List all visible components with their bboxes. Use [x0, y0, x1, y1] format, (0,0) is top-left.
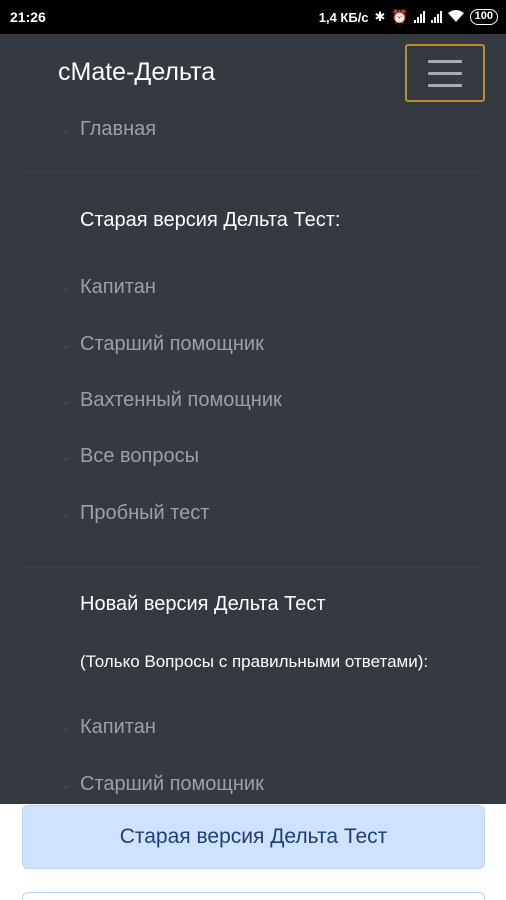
battery-icon: 100	[469, 9, 498, 25]
section-note-new: (Только Вопросы с правильными ответами):	[80, 652, 429, 671]
brand-link[interactable]: cMate-Дельта	[58, 58, 215, 87]
network-speed: 1,4 КБ/с	[318, 9, 369, 25]
nav-link-watch-officer-old[interactable]: Вахтенный помощник	[64, 389, 282, 412]
hamburger-icon	[428, 59, 462, 87]
nav-link-chief-mate-old[interactable]: Старший помощник	[64, 333, 264, 356]
status-bar: 21:26 1,4 КБ/с ✱ ⏰ 100	[0, 0, 506, 34]
nav-link-all-questions-old[interactable]: Все вопросы	[64, 445, 199, 468]
nav-link-trial-test-old[interactable]: Пробный тест	[63, 502, 209, 525]
wifi-icon	[447, 9, 464, 25]
signal-icon	[430, 11, 442, 23]
bluetooth-icon: ✱	[374, 9, 386, 24]
section-title-new: Новай версия Дельта Тест	[80, 593, 326, 615]
divider	[20, 172, 486, 173]
section-title-old: Старая версия Дельта Тест:	[80, 209, 341, 231]
nav-link-captain-new[interactable]: Капитан	[64, 716, 156, 739]
navbar-toggler-button[interactable]	[405, 44, 485, 102]
signal-icon	[413, 11, 425, 23]
nav-link-home[interactable]: Главная	[63, 118, 156, 141]
divider	[20, 566, 486, 567]
alarm-icon: ⏰	[391, 9, 408, 24]
next-card[interactable]	[22, 892, 485, 900]
nav-link-captain-old[interactable]: Капитан	[64, 276, 156, 299]
old-version-button[interactable]: Старая версия Дельта Тест	[22, 805, 485, 869]
status-icons: 1,4 КБ/с ✱ ⏰ 100	[319, 9, 498, 25]
nav-link-chief-mate-new[interactable]: Старший помощник	[64, 773, 264, 796]
status-time: 21:26	[10, 9, 46, 25]
navbar: cMate-Дельта Главная Старая версия Дельт…	[0, 34, 506, 804]
